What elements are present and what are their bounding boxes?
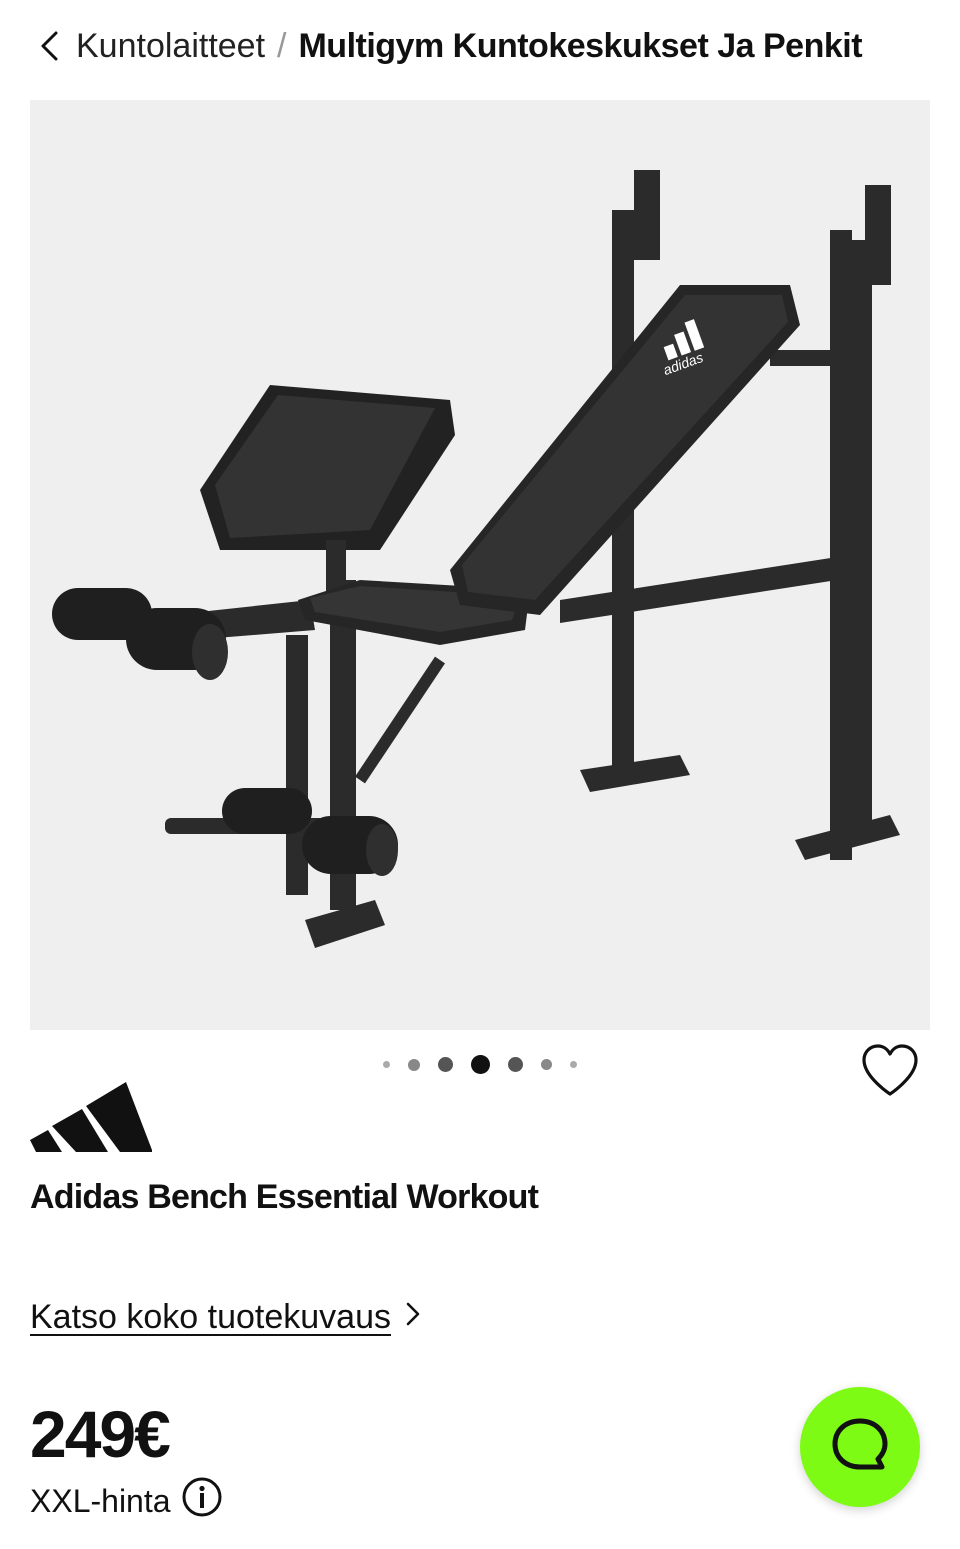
full-description-link[interactable]: Katso koko tuotekuvaus	[30, 1298, 421, 1337]
chat-bubble-icon	[828, 1413, 892, 1482]
product-title: Adidas Bench Essential Workout	[30, 1178, 539, 1216]
product-price: 249€	[30, 1397, 171, 1471]
full-description-label: Katso koko tuotekuvaus	[30, 1298, 392, 1336]
info-icon[interactable]	[181, 1476, 223, 1526]
adidas-logo[interactable]	[30, 1074, 152, 1157]
carousel-dot[interactable]	[541, 1059, 552, 1070]
carousel-dot[interactable]	[508, 1057, 523, 1072]
chevron-right-icon	[405, 1298, 421, 1337]
carousel-dot-active[interactable]	[471, 1055, 490, 1074]
heart-outline-icon[interactable]	[860, 1043, 920, 1099]
breadcrumb-parent-link[interactable]: Kuntolaitteet	[76, 27, 265, 66]
carousel-dot[interactable]	[438, 1057, 453, 1072]
price-label: XXL-hinta	[30, 1476, 223, 1526]
breadcrumb-separator: /	[277, 26, 287, 65]
product-image: adidas	[52, 170, 900, 948]
product-image-gallery[interactable]: adidas	[30, 100, 930, 1096]
price-label-text: XXL-hinta	[30, 1482, 171, 1519]
chat-button[interactable]	[800, 1387, 920, 1507]
carousel-dot[interactable]	[570, 1061, 577, 1068]
breadcrumb: Kuntolaitteet / Multigym Kuntokeskukset …	[38, 22, 863, 70]
carousel-dots	[30, 1055, 930, 1074]
carousel-dot[interactable]	[383, 1061, 390, 1068]
chevron-left-icon[interactable]	[38, 29, 64, 63]
breadcrumb-current[interactable]: Multigym Kuntokeskukset Ja Penkit	[298, 27, 862, 66]
carousel-dot[interactable]	[408, 1058, 420, 1071]
